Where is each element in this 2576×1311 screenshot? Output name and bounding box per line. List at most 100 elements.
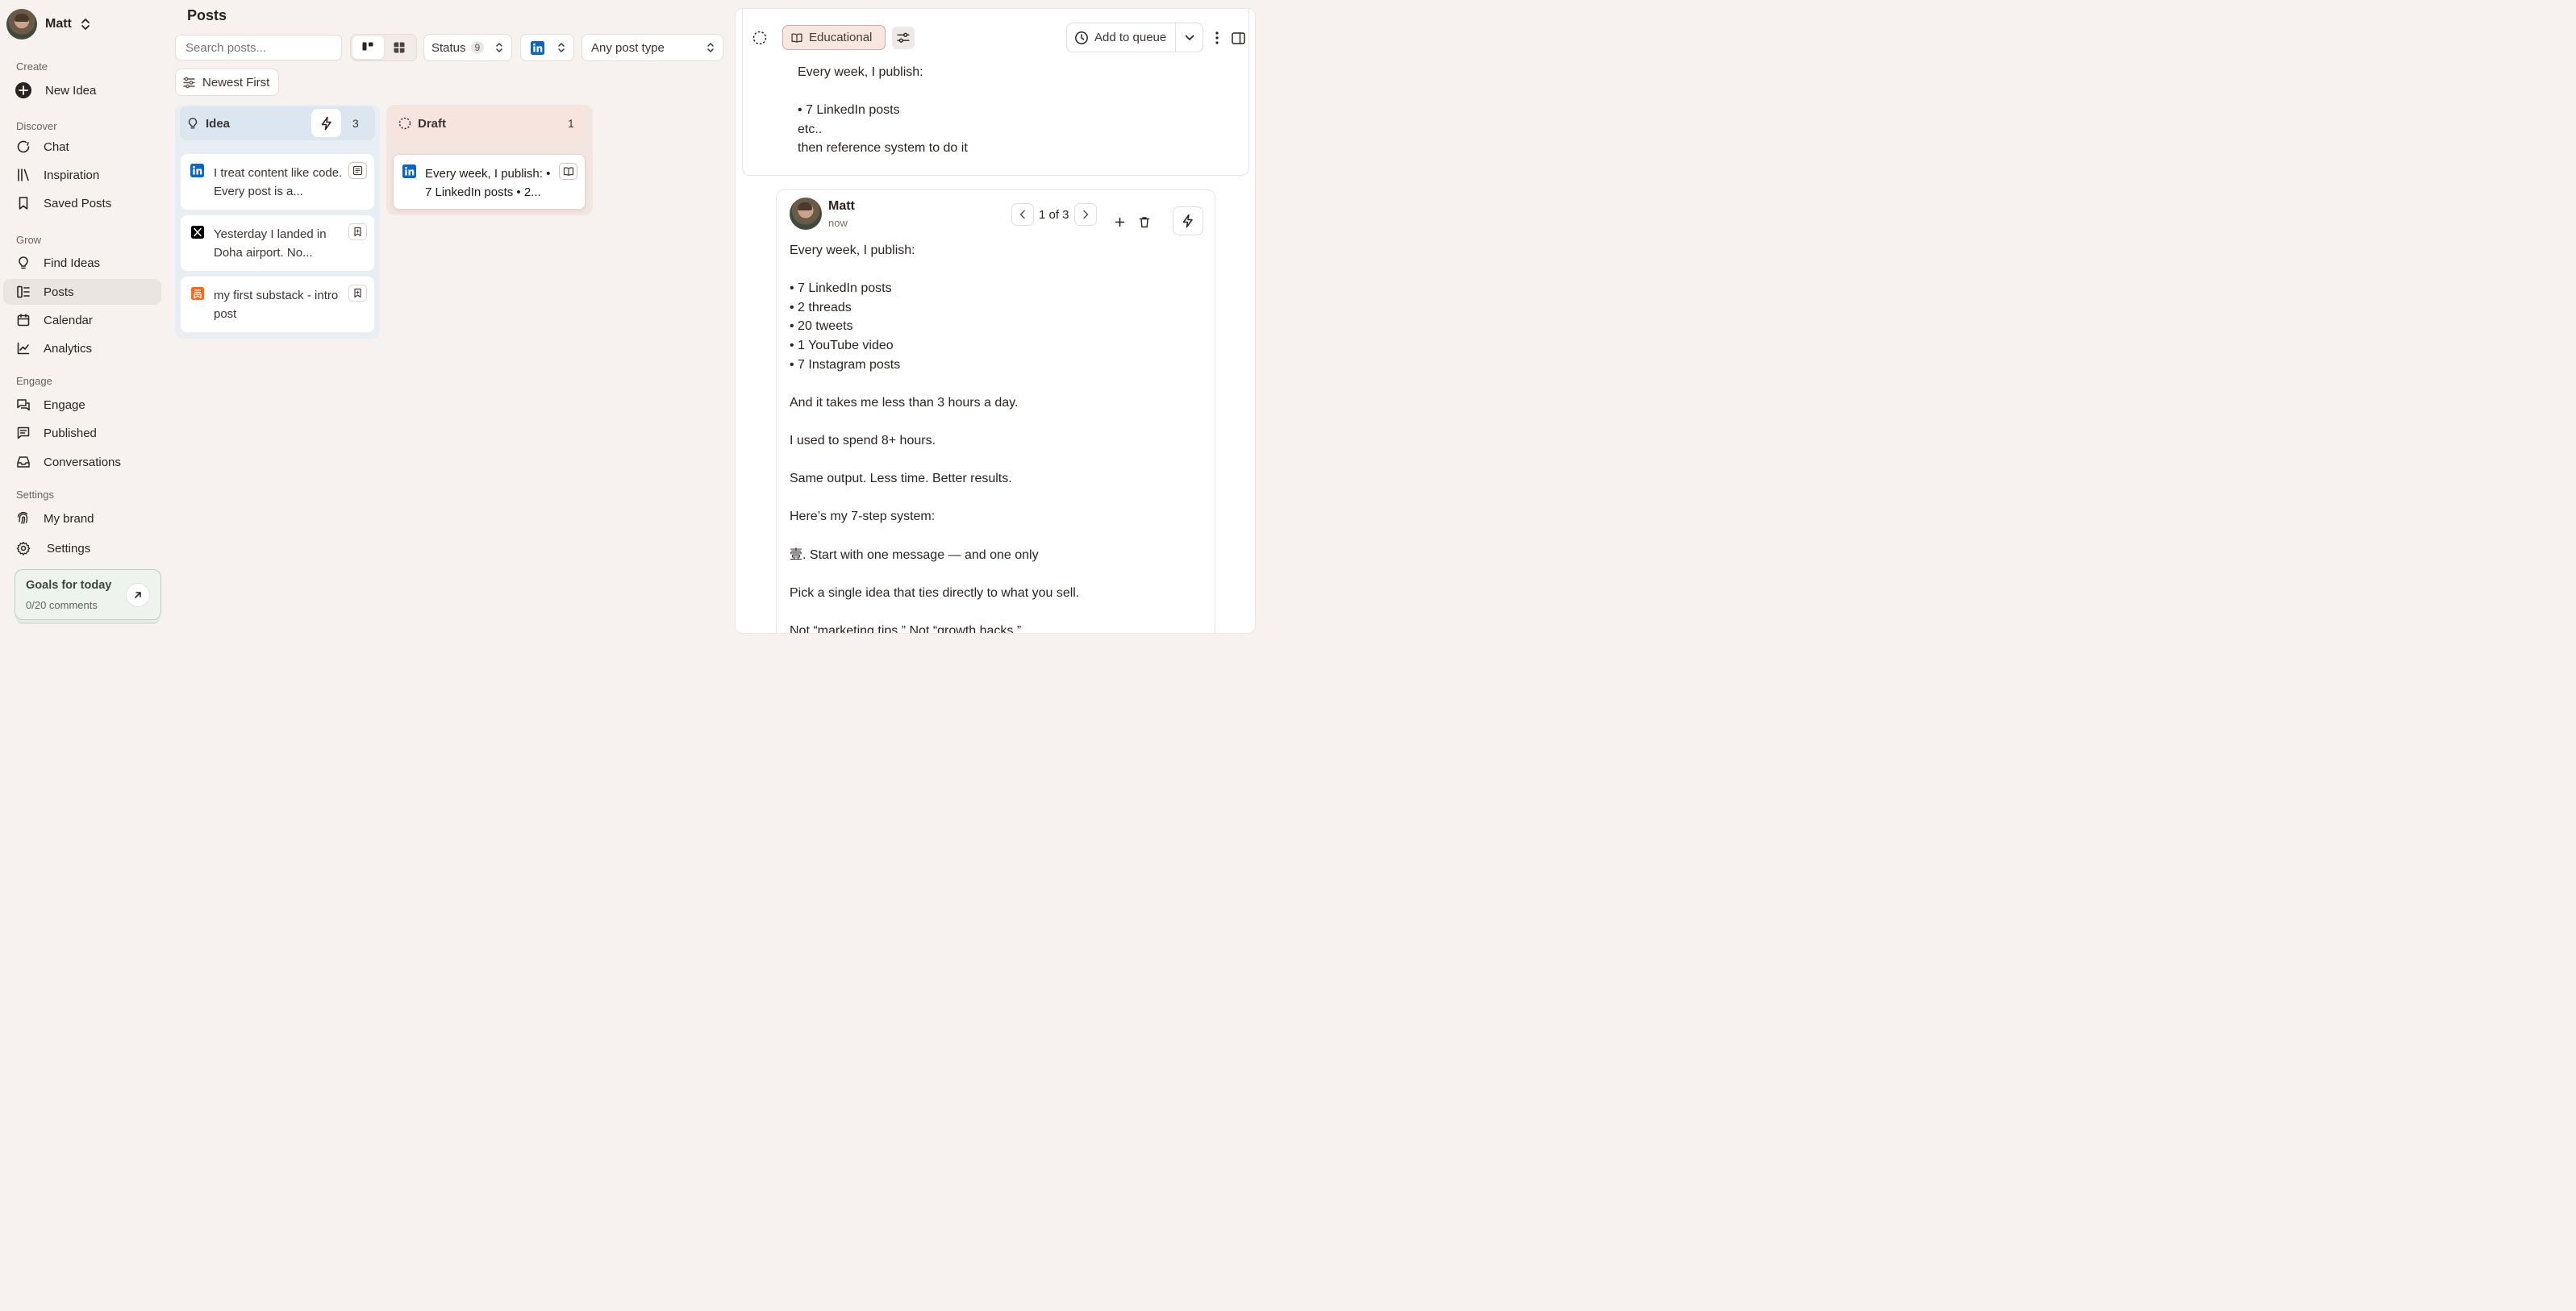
chevron-left-icon <box>1019 210 1025 219</box>
post-type-tag[interactable] <box>348 162 367 179</box>
platform-filter[interactable] <box>520 34 574 61</box>
bolt-icon <box>1182 214 1193 228</box>
goals-card[interactable]: Goals for today 0/20 comments <box>15 569 161 620</box>
goals-open-button[interactable] <box>126 583 150 607</box>
status-filter-label: Status <box>431 40 466 55</box>
chart-line-icon <box>16 341 31 356</box>
ai-assist-button[interactable] <box>1173 206 1203 235</box>
add-to-queue-label: Add to queue <box>1094 31 1167 44</box>
sidebar-item-label: Analytics <box>44 341 93 356</box>
more-options-button[interactable] <box>1206 27 1228 49</box>
post-type-tag[interactable]: Educational <box>782 25 886 50</box>
column-title: Idea <box>206 116 231 131</box>
sidebar-item-inspiration[interactable]: Inspiration <box>3 162 161 188</box>
add-to-queue-control: Add to queue <box>1066 23 1203 52</box>
sidebar-item-published[interactable]: Published <box>3 420 161 446</box>
sidebar-item-calendar[interactable]: Calendar <box>3 307 161 333</box>
sidebar-item-find-ideas[interactable]: Find Ideas <box>3 250 161 276</box>
draft-column-header: Draft 1 <box>392 106 586 140</box>
profile-switcher[interactable]: Matt <box>6 9 91 40</box>
post-type-tag[interactable] <box>348 285 367 302</box>
sidebar-item-label: Chat <box>44 139 69 154</box>
post-type-tag[interactable] <box>559 163 577 180</box>
avatar <box>790 198 822 230</box>
status-filter[interactable]: Status 9 <box>423 34 512 61</box>
lightbulb-icon <box>186 117 199 130</box>
idea-card[interactable]: I treat content like code. Every post is… <box>181 154 374 210</box>
next-version-button[interactable] <box>1073 203 1097 226</box>
sidebar-item-settings[interactable]: Settings <box>3 535 161 561</box>
kanban-view-button[interactable] <box>352 36 384 59</box>
sidebar-item-new-idea[interactable]: New Idea <box>3 77 161 103</box>
post-type-filter[interactable]: Any post type <box>581 34 723 61</box>
search-input[interactable] <box>175 35 342 60</box>
library-icon <box>16 168 31 182</box>
idea-column-header: Idea 3 <box>180 106 375 140</box>
linkedin-icon <box>531 40 544 55</box>
profile-name: Matt <box>45 17 72 31</box>
column-count: 3 <box>352 117 359 130</box>
grid-view-button[interactable] <box>384 36 415 59</box>
card-text: I treat content like code. Every post is… <box>214 166 343 198</box>
clock-icon <box>1075 31 1088 44</box>
sidebar-item-label: Find Ideas <box>44 256 101 270</box>
generate-ideas-button[interactable] <box>311 109 341 137</box>
post-body-editor[interactable]: Every week, I publish: • 7 LinkedIn post… <box>790 241 1201 633</box>
gear-icon <box>16 541 31 556</box>
status-button[interactable] <box>748 27 771 49</box>
version-pager: 1 of 3 <box>1011 203 1097 226</box>
more-vertical-icon <box>1215 31 1219 44</box>
idea-card[interactable]: my first substack - intro post <box>181 277 374 332</box>
card-text: my first substack - intro post <box>214 289 339 321</box>
idea-card[interactable]: Yesterday I landed in Doha airport. No..… <box>181 215 374 271</box>
x-icon <box>190 225 204 239</box>
dashed-circle-icon <box>398 117 411 130</box>
sliders-icon <box>897 32 910 43</box>
status-count-badge: 9 <box>470 41 485 54</box>
sidebar-item-engage[interactable]: Engage <box>3 392 161 418</box>
sort-label: Newest First <box>202 75 270 89</box>
page-title: Posts <box>187 7 227 23</box>
substack-icon <box>190 286 204 300</box>
calendar-icon <box>16 313 31 327</box>
messages-icon <box>16 397 31 412</box>
add-to-queue-button[interactable]: Add to queue <box>1067 23 1176 52</box>
sidebar-item-chat[interactable]: Chat <box>3 134 161 160</box>
kanban-icon <box>362 42 373 51</box>
tune-button[interactable] <box>892 27 915 49</box>
sidebar-item-saved-posts[interactable]: Saved Posts <box>3 190 161 216</box>
draft-card[interactable]: Every week, I publish: • 7 LinkedIn post… <box>393 154 586 210</box>
article-icon <box>352 165 363 176</box>
inbox-icon <box>16 455 31 469</box>
previous-version-button[interactable] <box>1011 203 1034 226</box>
post-type-tag[interactable] <box>348 223 367 240</box>
post-type-label: Educational <box>809 31 873 44</box>
sidebar-item-label: Conversations <box>44 455 121 469</box>
goals-progress: 0/20 comments <box>26 599 98 611</box>
sort-button[interactable]: Newest First <box>175 69 279 96</box>
book-open-icon <box>563 167 573 177</box>
sidebar-item-label: Published <box>44 426 97 440</box>
section-settings: Settings <box>16 489 54 501</box>
arrow-up-right-icon <box>135 592 141 598</box>
idea-notes-card: Educational Add to queue Every week, I p… <box>742 9 1249 176</box>
queue-dropdown-button[interactable] <box>1176 35 1203 41</box>
sidebar-item-posts[interactable]: Posts <box>3 279 161 305</box>
sidebar-item-analytics[interactable]: Analytics <box>3 335 161 361</box>
post-type-label: Any post type <box>591 40 665 55</box>
add-version-button[interactable] <box>1108 210 1131 233</box>
chevron-updown-icon <box>558 43 565 52</box>
linkedin-icon <box>190 164 204 177</box>
chevron-updown-icon <box>81 19 90 30</box>
sidebar-item-label: Calendar <box>44 313 93 327</box>
sidebar-item-label: Posts <box>44 285 74 299</box>
sidebar-item-label: Settings <box>47 541 91 556</box>
section-create: Create <box>16 60 48 73</box>
toggle-panel-button[interactable] <box>1227 27 1249 49</box>
sidebar-item-conversations[interactable]: Conversations <box>3 449 161 475</box>
delete-version-button[interactable] <box>1133 210 1156 233</box>
chat-icon <box>16 139 31 154</box>
card-text: Every week, I publish: • 7 LinkedIn post… <box>425 167 551 199</box>
idea-notes-text[interactable]: Every week, I publish: • 7 LinkedIn post… <box>798 63 968 158</box>
sidebar-item-my-brand[interactable]: My brand <box>3 506 161 531</box>
